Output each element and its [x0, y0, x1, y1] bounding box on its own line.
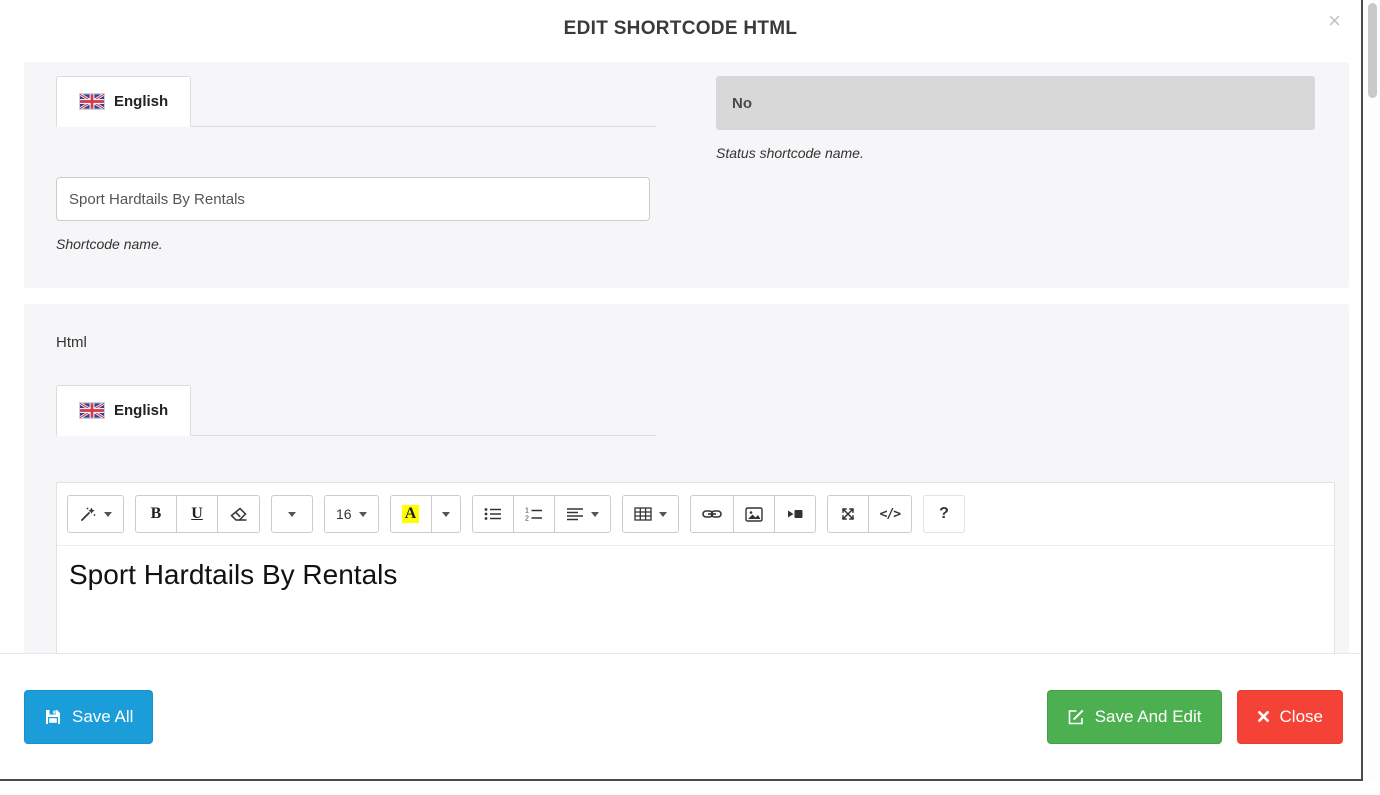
font-size-dropdown[interactable]: 16	[324, 495, 379, 533]
close-button[interactable]: Close	[1237, 690, 1343, 744]
save-and-edit-button[interactable]: Save And Edit	[1047, 690, 1222, 744]
page-scrollbar[interactable]	[1365, 0, 1380, 781]
font-size-value: 16	[336, 506, 352, 522]
help-icon: ?	[939, 505, 949, 523]
paragraph-align-dropdown[interactable]	[554, 495, 611, 533]
ordered-list-icon: 1 2	[525, 507, 543, 521]
status-helper: Status shortcode name.	[716, 145, 1315, 161]
video-icon	[786, 507, 804, 521]
svg-text:1: 1	[525, 508, 529, 515]
unordered-list-button[interactable]	[472, 495, 514, 533]
picture-icon	[745, 507, 763, 522]
tab-label: English	[114, 402, 168, 419]
save-all-label: Save All	[72, 707, 133, 727]
modal-close-icon[interactable]: ×	[1328, 10, 1341, 32]
paragraph-style-dropdown[interactable]	[271, 495, 313, 533]
tab-english-name[interactable]: English	[56, 76, 191, 127]
edit-pencil-icon	[1067, 708, 1085, 726]
name-language-tabbar: English	[56, 76, 656, 127]
insert-link-button[interactable]	[690, 495, 734, 533]
tab-label: English	[114, 93, 168, 110]
style-magic-button[interactable]	[67, 495, 124, 533]
chevron-down-icon	[659, 512, 667, 517]
editor-toolbar: B U	[57, 483, 1334, 546]
modal-footer: Save All Save And Edit	[0, 653, 1361, 779]
magic-wand-icon	[79, 505, 97, 523]
eraser-icon	[229, 506, 248, 522]
shortcode-name-panel: English Shortcode name. No Status shortc…	[24, 62, 1349, 288]
align-icon	[566, 507, 584, 521]
table-dropdown[interactable]	[622, 495, 679, 533]
font-color-dropdown[interactable]	[431, 495, 461, 533]
chevron-down-icon	[442, 512, 450, 517]
underline-icon: U	[191, 505, 203, 523]
scrollbar-thumb[interactable]	[1368, 3, 1377, 98]
html-label: Html	[56, 334, 1335, 351]
insert-picture-button[interactable]	[733, 495, 775, 533]
shortcode-name-input[interactable]	[56, 177, 650, 221]
save-all-button[interactable]: Save All	[24, 690, 153, 744]
code-view-button[interactable]: </>	[868, 495, 912, 533]
chevron-down-icon	[591, 512, 599, 517]
insert-video-button[interactable]	[774, 495, 816, 533]
uk-flag-icon	[79, 93, 105, 110]
link-icon	[702, 508, 722, 520]
chevron-down-icon	[359, 512, 367, 517]
tab-english-html[interactable]: English	[56, 385, 191, 436]
help-button[interactable]: ?	[923, 495, 965, 533]
page: EDIT SHORTCODE HTML ×	[0, 0, 1380, 795]
fullscreen-button[interactable]	[827, 495, 869, 533]
save-and-edit-label: Save And Edit	[1095, 707, 1202, 727]
chevron-down-icon	[104, 512, 112, 517]
underline-button[interactable]: U	[176, 495, 218, 533]
footer-right-actions: Save And Edit Close	[1047, 690, 1343, 744]
shortcode-name-helper: Shortcode name.	[56, 236, 716, 252]
fullscreen-arrows-icon	[840, 506, 856, 522]
html-language-tabbar: English	[56, 385, 656, 436]
close-label: Close	[1280, 707, 1323, 727]
table-icon	[634, 507, 652, 521]
bold-icon: B	[151, 505, 162, 523]
save-floppy-icon	[44, 708, 62, 726]
modal-header: EDIT SHORTCODE HTML ×	[0, 0, 1361, 60]
code-view-icon: </>	[880, 507, 900, 522]
name-column: English Shortcode name.	[56, 76, 716, 252]
clear-format-button[interactable]	[217, 495, 260, 533]
font-color-icon: A	[402, 505, 420, 523]
status-field: No	[716, 76, 1315, 130]
ordered-list-button[interactable]: 1 2	[513, 495, 555, 533]
close-x-icon	[1257, 710, 1270, 723]
edit-shortcode-modal: EDIT SHORTCODE HTML ×	[0, 0, 1363, 781]
unordered-list-icon	[484, 507, 502, 521]
status-column: No Status shortcode name.	[716, 76, 1315, 252]
chevron-down-icon	[288, 512, 296, 517]
bold-button[interactable]: B	[135, 495, 177, 533]
uk-flag-icon	[79, 402, 105, 419]
page-title: EDIT SHORTCODE HTML	[0, 0, 1361, 40]
font-color-button[interactable]: A	[390, 495, 432, 533]
svg-text:2: 2	[525, 516, 529, 522]
